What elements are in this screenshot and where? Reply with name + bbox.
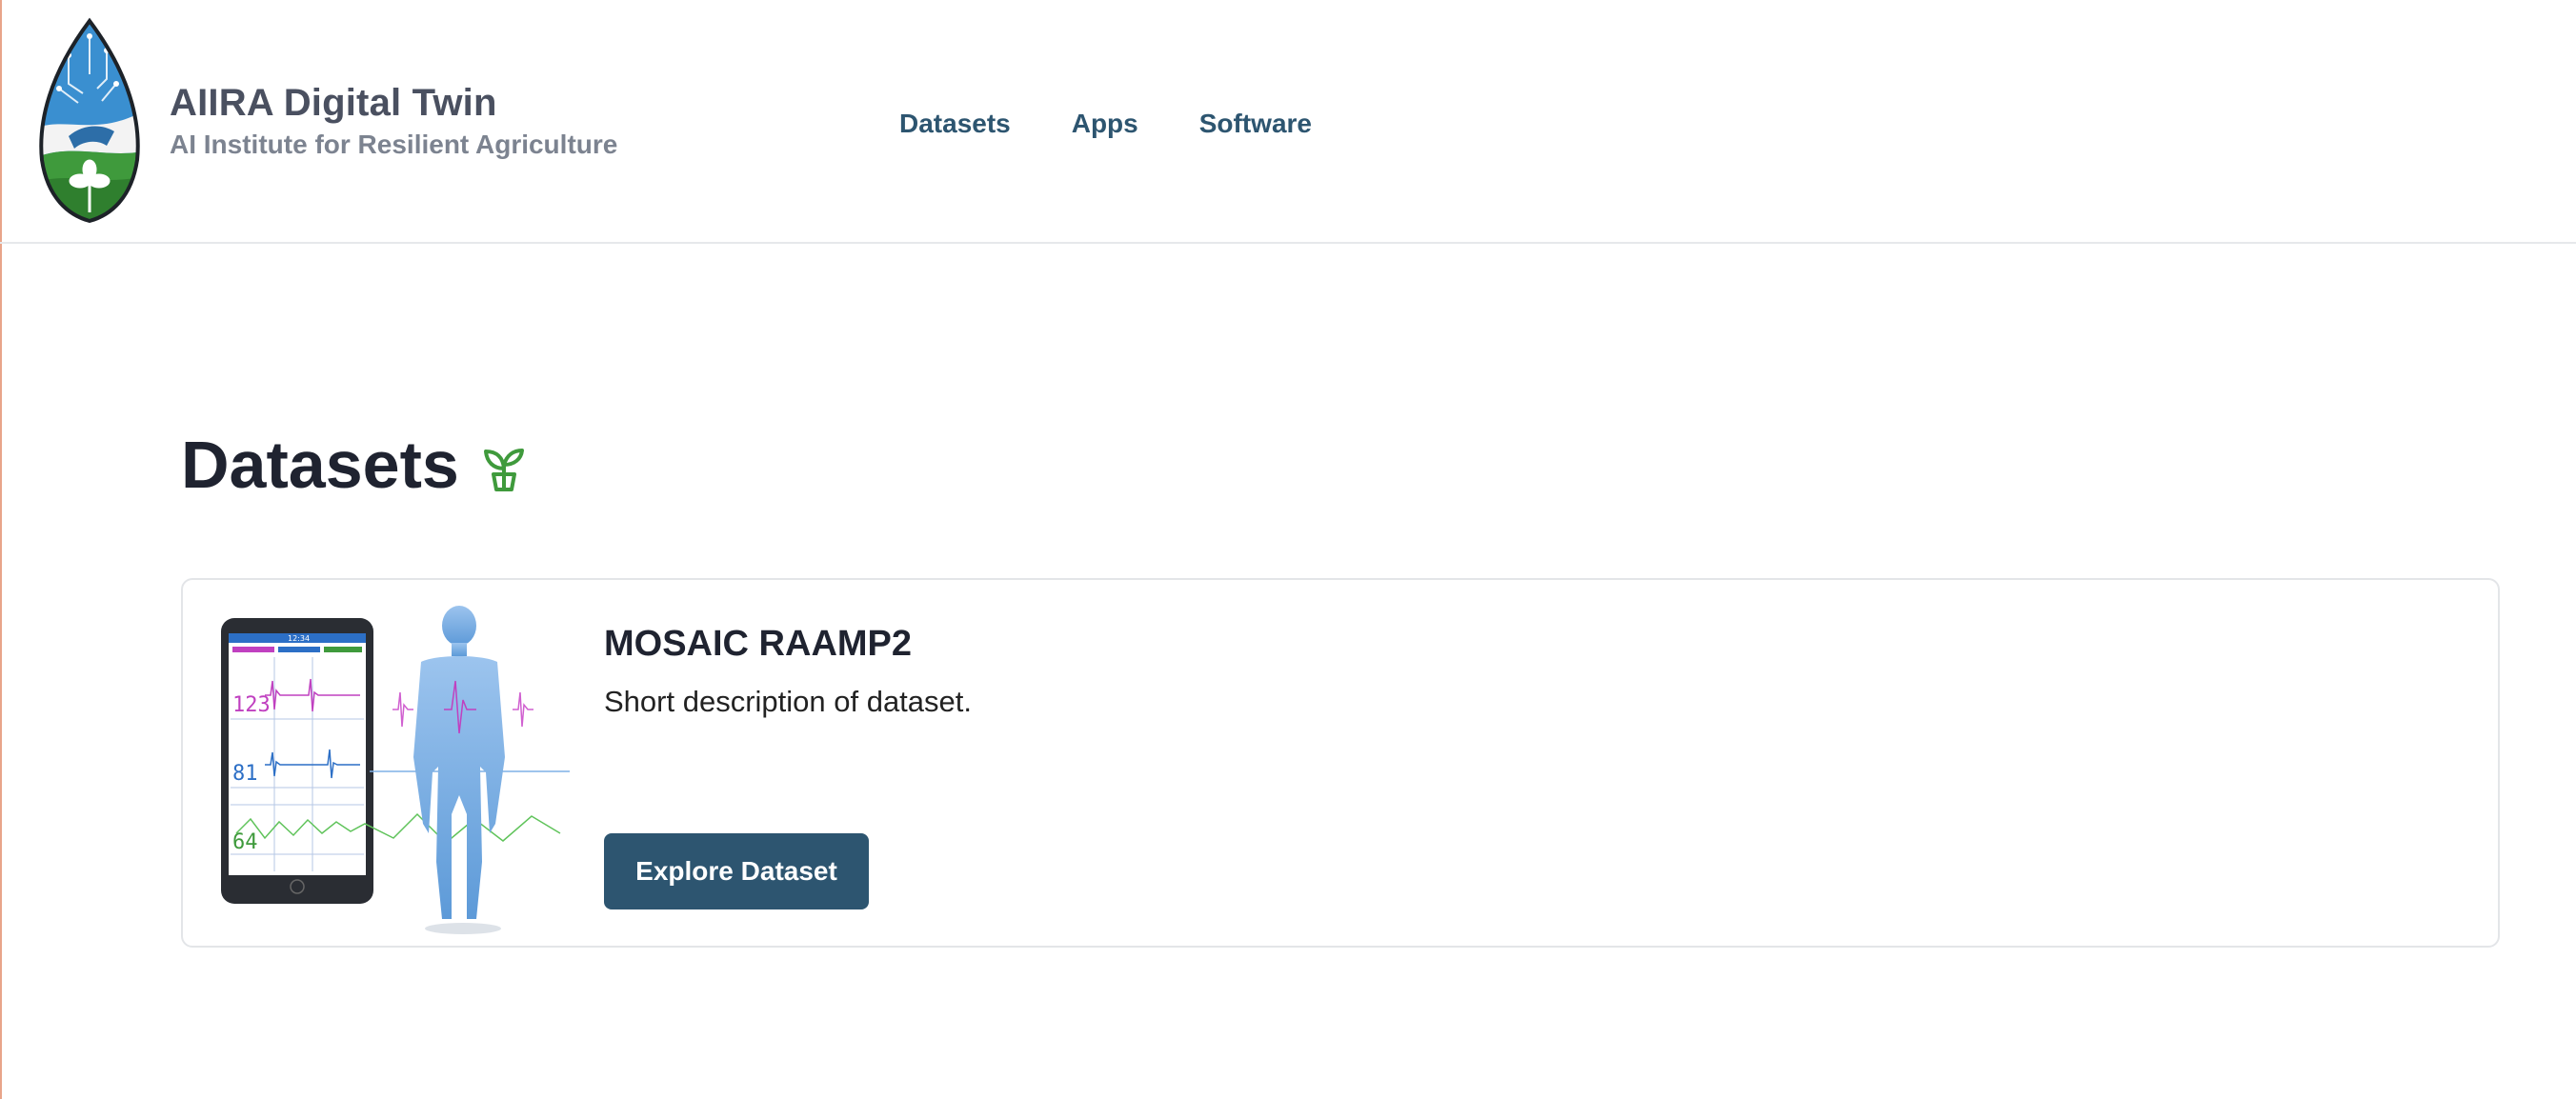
site-title[interactable]: AIIRA Digital Twin <box>170 82 497 125</box>
aiira-logo-icon[interactable] <box>30 17 149 225</box>
phone-time: 12:34 <box>288 634 310 643</box>
main-nav: Datasets Apps Software <box>899 109 1312 139</box>
explore-dataset-button[interactable]: Explore Dataset <box>604 833 869 909</box>
dataset-title: MOSAIC RAAMP2 <box>604 624 913 664</box>
dataset-thumbnail: 12:34 123 81 64 <box>221 606 570 934</box>
site-header: AIIRA Digital Twin AI Institute for Resi… <box>0 0 2576 244</box>
reading-oxygen: 64 <box>232 830 258 854</box>
nav-item-software[interactable]: Software <box>1199 109 1312 139</box>
reading-heart-rate: 123 <box>232 693 271 717</box>
dataset-card: 12:34 123 81 64 MOSAIC RAAMP2 Short desc… <box>181 578 2500 948</box>
reading-pressure: 81 <box>232 762 258 786</box>
dataset-description: Short description of dataset. <box>604 685 973 718</box>
sprout-icon <box>484 449 524 491</box>
site-subtitle: AI Institute for Resilient Agriculture <box>170 130 618 159</box>
nav-item-apps[interactable]: Apps <box>1072 109 1138 139</box>
nav-item-datasets[interactable]: Datasets <box>899 109 1011 139</box>
page-title: Datasets <box>181 428 459 502</box>
